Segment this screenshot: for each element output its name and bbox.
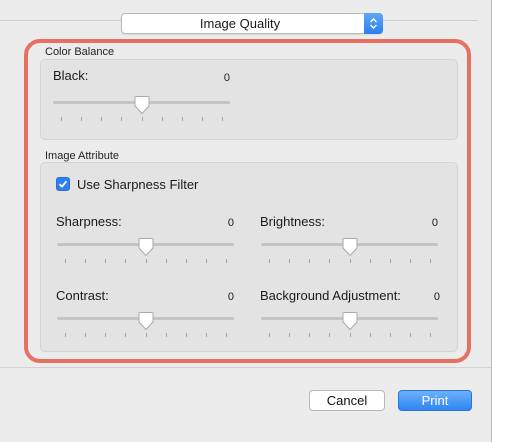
- slider-tick: [329, 259, 330, 263]
- slider-tick: [85, 333, 86, 337]
- slider-tick: [162, 117, 163, 121]
- slider-tick: [61, 117, 62, 121]
- slider-tick: [146, 333, 147, 337]
- image-quality-popup[interactable]: Image Quality: [121, 13, 383, 34]
- sharpness-filter-checkbox[interactable]: [56, 177, 70, 191]
- popup-divider-left: [0, 20, 121, 21]
- slider-tick: [269, 333, 270, 337]
- slider-tick: [186, 259, 187, 263]
- sharpness-slider[interactable]: [57, 237, 234, 267]
- slider-tick: [81, 117, 82, 121]
- slider-ticks: [261, 333, 438, 337]
- slider-tick: [65, 259, 66, 263]
- contrast-value: 0: [227, 291, 234, 303]
- black-value: 0: [223, 72, 230, 84]
- slider-tick: [65, 333, 66, 337]
- slider-tick: [350, 259, 351, 263]
- slider-tick: [182, 117, 183, 121]
- slider-tick: [202, 117, 203, 121]
- brightness-slider[interactable]: [261, 237, 438, 267]
- black-label: Black:: [53, 68, 89, 83]
- slider-tick: [329, 333, 330, 337]
- footer-separator: [0, 367, 491, 368]
- slider-tick: [309, 333, 310, 337]
- slider-tick: [226, 333, 227, 337]
- popup-selected-label: Image Quality: [199, 16, 281, 31]
- slider-tick: [370, 333, 371, 337]
- slider-knob[interactable]: [134, 95, 150, 115]
- slider-tick: [226, 259, 227, 263]
- background-adjustment-slider[interactable]: [261, 311, 438, 341]
- slider-tick: [85, 259, 86, 263]
- contrast-slider[interactable]: [57, 311, 234, 341]
- print-button[interactable]: Print: [398, 390, 472, 411]
- slider-tick: [125, 333, 126, 337]
- slider-tick: [410, 259, 411, 263]
- slider-tick: [350, 333, 351, 337]
- slider-tick: [105, 333, 106, 337]
- slider-tick: [125, 259, 126, 263]
- window-right-edge: [491, 0, 505, 442]
- slider-tick: [142, 117, 143, 121]
- brightness-label: Brightness:: [260, 214, 326, 229]
- contrast-label: Contrast:: [56, 288, 109, 303]
- cancel-button[interactable]: Cancel: [309, 390, 385, 411]
- slider-knob[interactable]: [342, 237, 358, 257]
- background-adjustment-value: 0: [433, 291, 440, 303]
- popup-divider-right: [383, 20, 478, 21]
- sharpness-filter-label[interactable]: Use Sharpness Filter: [77, 177, 198, 192]
- slider-ticks: [57, 333, 234, 337]
- slider-tick: [186, 333, 187, 337]
- slider-ticks: [261, 259, 438, 263]
- slider-tick: [166, 259, 167, 263]
- slider-tick: [222, 117, 223, 121]
- slider-knob[interactable]: [342, 311, 358, 331]
- slider-tick: [390, 259, 391, 263]
- slider-tick: [121, 117, 122, 121]
- slider-tick: [269, 259, 270, 263]
- slider-tick: [105, 259, 106, 263]
- slider-tick: [309, 259, 310, 263]
- black-slider[interactable]: [53, 95, 230, 125]
- up-down-arrows-icon[interactable]: [364, 13, 383, 34]
- slider-tick: [410, 333, 411, 337]
- background-adjustment-label: Background Adjustment:: [260, 288, 401, 303]
- slider-knob[interactable]: [138, 311, 154, 331]
- slider-ticks: [57, 259, 234, 263]
- slider-tick: [206, 333, 207, 337]
- brightness-value: 0: [431, 217, 438, 229]
- sharpness-value: 0: [227, 217, 234, 229]
- slider-tick: [430, 259, 431, 263]
- slider-tick: [370, 259, 371, 263]
- slider-tick: [289, 333, 290, 337]
- sharpness-label: Sharpness:: [56, 214, 122, 229]
- slider-tick: [430, 333, 431, 337]
- slider-tick: [206, 259, 207, 263]
- checkmark-icon: [58, 180, 68, 188]
- slider-tick: [390, 333, 391, 337]
- slider-ticks: [53, 117, 230, 121]
- slider-knob[interactable]: [138, 237, 154, 257]
- slider-tick: [146, 259, 147, 263]
- image-attribute-caption: Image Attribute: [45, 150, 119, 162]
- slider-tick: [289, 259, 290, 263]
- color-balance-caption: Color Balance: [45, 46, 115, 58]
- slider-tick: [101, 117, 102, 121]
- slider-tick: [166, 333, 167, 337]
